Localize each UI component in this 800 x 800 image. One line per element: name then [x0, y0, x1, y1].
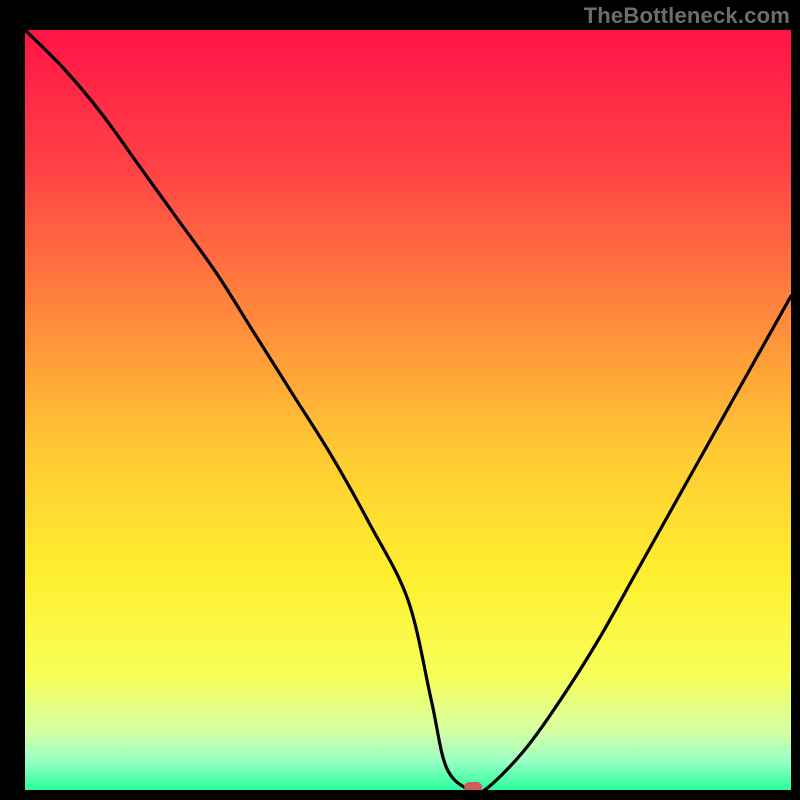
optimum-marker [464, 782, 482, 792]
bottleneck-chart [0, 0, 800, 800]
watermark-text: TheBottleneck.com [584, 3, 790, 29]
gradient-background [25, 30, 791, 790]
chart-container: { "watermark": "TheBottleneck.com", "cha… [0, 0, 800, 800]
